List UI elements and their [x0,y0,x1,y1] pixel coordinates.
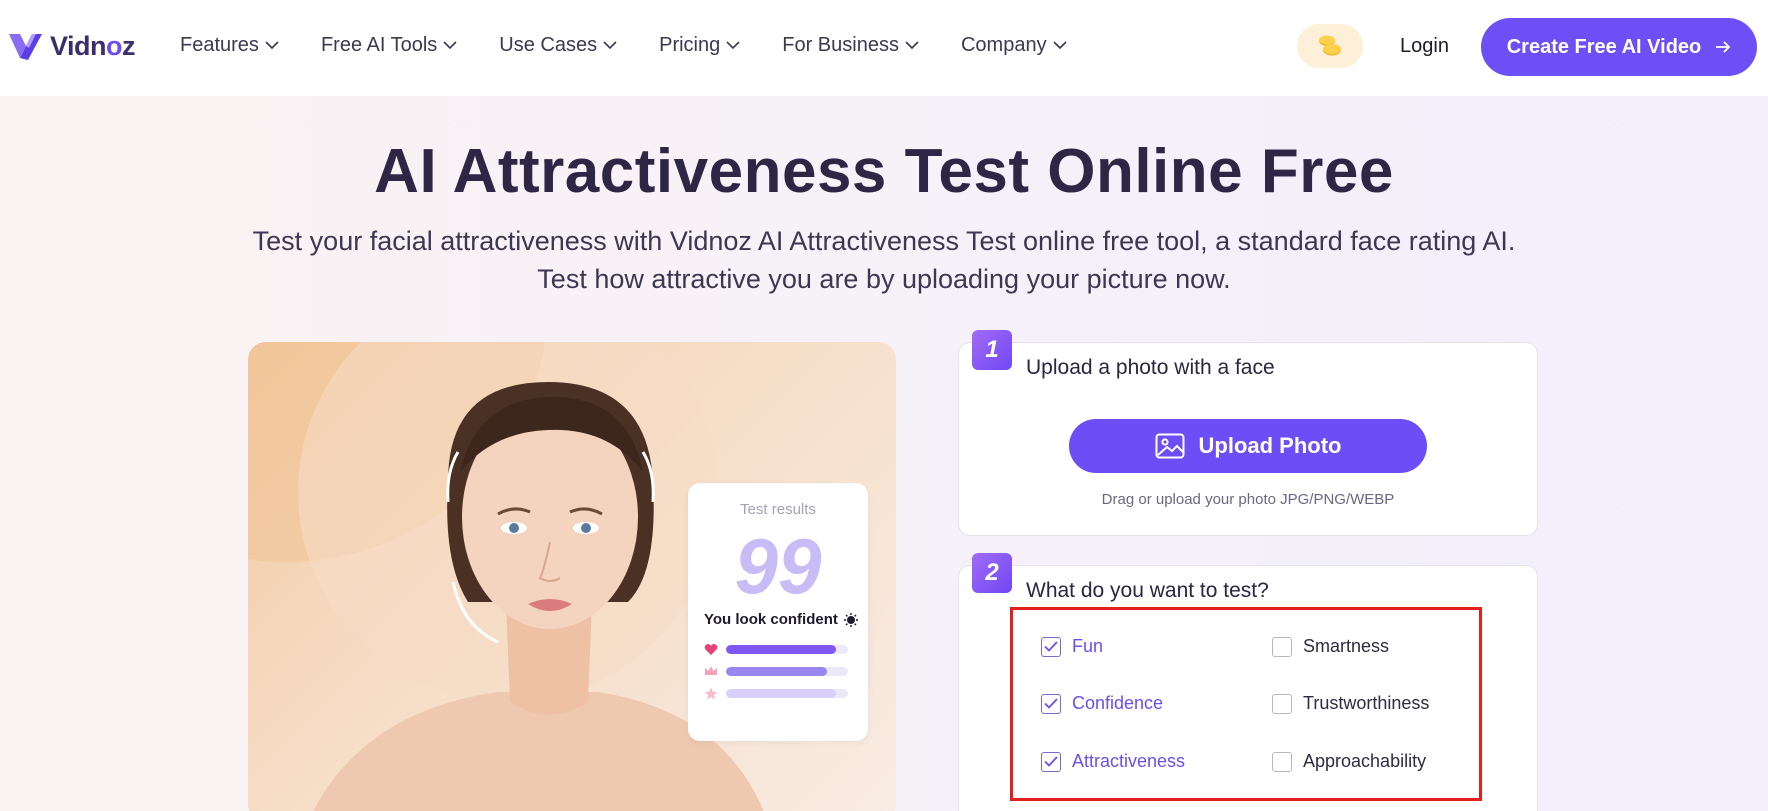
option-label: Fun [1072,636,1104,656]
cta-label: Create Free AI Video [1506,35,1702,58]
option-trustworthiness[interactable]: Trustworthiness [1272,693,1429,714]
checkbox-checked-icon [1041,693,1061,714]
image-icon [1155,433,1184,459]
checkmark-icon [1044,698,1058,709]
coins-icon [1319,35,1341,56]
result-bar-track [726,645,848,654]
confidence-text-label: You look confident [704,611,838,628]
nav-for-business[interactable]: For Business [782,34,919,57]
nav-use-cases-label: Use Cases [499,34,598,56]
option-label: Attractiveness [1072,751,1186,771]
test-results-card: Test results 99 You look confident [688,483,868,741]
step-2-badge: 2 [972,553,1012,593]
subtitle-line-2: Test how attractive you are by uploading… [537,264,1231,294]
option-label: Approachability [1303,751,1427,771]
step-1-title: Upload a photo with a face [1026,356,1275,379]
step-1-badge: 1 [972,330,1012,370]
nav-free-ai-tools-label: Free AI Tools [320,34,438,56]
step-1-panel: 1 Upload a photo with a face Upload Phot… [958,330,1538,536]
chevron-down-icon [905,41,919,50]
vidnoz-logo[interactable]: Vidnoz [6,26,136,66]
logo-wordmark: Vidnoz [50,30,136,62]
result-bar-fill [726,645,836,654]
upload-photo-button[interactable]: Upload Photo [1069,419,1427,473]
nav-pricing-label: Pricing [659,34,721,56]
nav-free-ai-tools[interactable]: Free AI Tools [321,34,457,57]
option-label: Confidence [1072,693,1164,713]
confidence-text: You look confident [704,611,858,628]
test-options-group: Fun Smartness Confidence Trustworthiness… [1010,607,1482,801]
nav-company[interactable]: Company [961,34,1067,57]
logo-text-suffix: z [122,30,136,61]
chevron-down-icon [603,41,617,50]
checkbox-checked-icon [1041,751,1061,772]
step-2-title: What do you want to test? [1026,579,1269,602]
result-bar-row [704,687,848,700]
nav-pricing[interactable]: Pricing [659,34,740,57]
heart-icon [704,644,718,655]
main-nav: Features Free AI Tools Use Cases Pricing… [180,34,1109,57]
checkbox-icon [1272,751,1292,772]
result-bar-fill [726,689,836,698]
page-subtitle: Test your facial attractiveness with Vid… [0,222,1768,298]
checkbox-icon [1272,636,1292,657]
result-bar-track [726,666,848,676]
nav-for-business-label: For Business [782,34,899,56]
subtitle-line-1: Test your facial attractiveness with Vid… [252,226,1516,256]
site-header: Vidnoz Features Free AI Tools Use Cases … [0,0,1768,96]
test-results-label: Test results [740,501,816,518]
option-confidence[interactable]: Confidence [1041,693,1163,714]
checkbox-icon [1272,693,1292,714]
upload-photo-label: Upload Photo [1198,433,1342,458]
star-icon [704,687,718,700]
result-bar-fill [726,666,828,676]
option-attractiveness[interactable]: Attractiveness [1041,751,1185,772]
option-label: Trustworthiness [1303,693,1430,713]
option-smartness[interactable]: Smartness [1272,636,1389,657]
step-2-panel: 2 What do you want to test? Fun Smartnes… [958,553,1538,811]
nav-features[interactable]: Features [180,34,279,57]
checkbox-checked-icon [1041,636,1061,657]
result-bar-track [726,689,848,698]
chevron-down-icon [443,41,457,50]
vidnoz-logo-icon [9,34,42,60]
option-fun[interactable]: Fun [1041,636,1103,657]
create-free-ai-video-button[interactable]: Create Free AI Video [1481,18,1757,76]
page-title: AI Attractiveness Test Online Free [374,137,1394,206]
nav-use-cases[interactable]: Use Cases [499,34,617,57]
crown-icon [705,666,717,675]
chevron-down-icon [726,41,740,50]
checkmark-icon [1044,756,1058,767]
example-image-card: Test results 99 You look confident [248,342,896,811]
nav-company-label: Company [960,34,1047,56]
result-bar-row [704,665,848,677]
credits-button[interactable] [1297,24,1363,68]
arrow-right-icon [1716,41,1731,53]
chevron-down-icon [1053,41,1067,50]
nav-features-label: Features [180,34,259,56]
checkmark-icon [1044,641,1058,652]
option-approachability[interactable]: Approachability [1272,751,1426,772]
hero-section: AI Attractiveness Test Online Free Test … [0,96,1768,811]
logo-text-o: o [106,30,123,61]
sun-icon [843,612,858,627]
upload-hint: Drag or upload your photo JPG/PNG/WEBP [1101,491,1395,508]
logo-text-prefix: Vidn [50,30,107,61]
result-bar-row [704,643,848,656]
login-link[interactable]: Login [1400,35,1449,58]
option-label: Smartness [1303,636,1390,656]
chevron-down-icon [265,41,279,50]
test-score: 99 [734,522,822,610]
